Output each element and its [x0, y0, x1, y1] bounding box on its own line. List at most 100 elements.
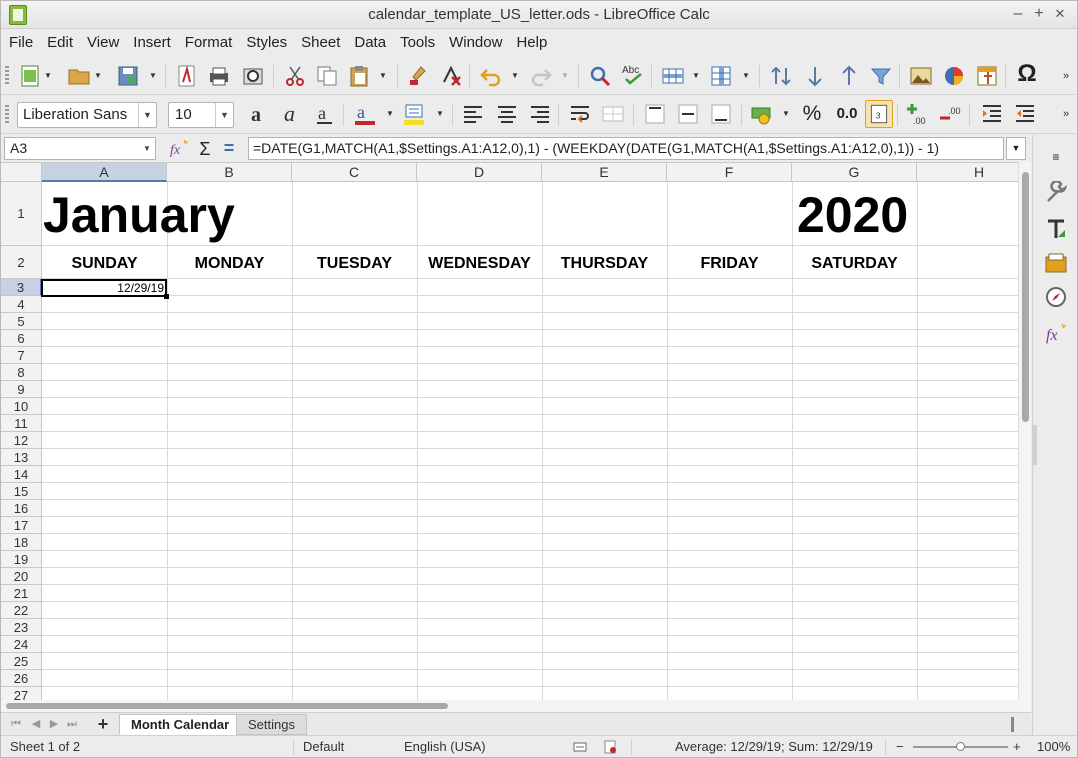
increase-indent-icon[interactable] [980, 102, 1004, 126]
clear-formatting-icon[interactable] [439, 64, 463, 88]
add-decimal-icon[interactable]: .00 [905, 102, 929, 126]
name-box[interactable]: A3 ▼ [4, 137, 156, 160]
close-button[interactable]: ✕ [1050, 4, 1070, 24]
row-header-11[interactable]: 11 [1, 415, 42, 432]
row-header-6[interactable]: 6 [1, 330, 42, 347]
print-icon[interactable] [207, 64, 231, 88]
zoom-out-button[interactable]: − [896, 736, 904, 757]
cell-g2-day[interactable]: SATURDAY [792, 247, 917, 280]
column-icon[interactable] [709, 64, 733, 88]
zoom-slider-knob[interactable] [955, 742, 965, 751]
menu-sheet[interactable]: Sheet [294, 30, 347, 56]
align-left-icon[interactable] [461, 102, 485, 126]
undo-dropdown-icon[interactable]: ▼ [510, 64, 520, 88]
new-spreadsheet-icon[interactable] [19, 64, 43, 88]
background-color-dropdown-icon[interactable]: ▼ [435, 102, 445, 126]
row-header-23[interactable]: 23 [1, 619, 42, 636]
row-header-9[interactable]: 9 [1, 381, 42, 398]
maximize-button[interactable]: + [1029, 4, 1049, 24]
menu-file[interactable]: File [1, 30, 40, 56]
styles-icon[interactable] [1044, 217, 1068, 241]
cell-d2-day[interactable]: WEDNESDAY [417, 247, 542, 280]
cell-c2-day[interactable]: TUESDAY [292, 247, 417, 280]
autofilter-icon[interactable] [869, 64, 893, 88]
select-all-corner[interactable] [1, 163, 42, 182]
sort-ascending-icon[interactable] [803, 64, 827, 88]
underline-icon[interactable]: a [313, 102, 337, 126]
navigator-compass-icon[interactable] [1044, 285, 1068, 309]
bold-icon[interactable]: a [247, 102, 271, 126]
menu-styles[interactable]: Styles [239, 30, 294, 56]
column-header-g[interactable]: G [792, 163, 917, 182]
column-header-a[interactable]: A [42, 163, 167, 182]
row-header-14[interactable]: 14 [1, 466, 42, 483]
redo-icon[interactable] [529, 64, 553, 88]
row-header-20[interactable]: 20 [1, 568, 42, 585]
previous-sheet-icon[interactable]: ◀ [29, 716, 43, 732]
vertical-scrollbar[interactable] [1018, 162, 1031, 700]
cell-b2-day[interactable]: MONDAY [167, 247, 292, 280]
properties-wrench-icon[interactable] [1044, 181, 1068, 205]
column-header-d[interactable]: D [417, 163, 542, 182]
row-header-4[interactable]: 4 [1, 296, 42, 313]
row-header-17[interactable]: 17 [1, 517, 42, 534]
menu-data[interactable]: Data [347, 30, 393, 56]
redo-dropdown-icon[interactable]: ▼ [560, 64, 570, 88]
zoom-in-button[interactable]: + [1013, 736, 1021, 757]
zoom-level[interactable]: 100% [1037, 736, 1070, 757]
currency-dropdown-icon[interactable]: ▼ [781, 102, 791, 126]
save-icon[interactable] [116, 64, 140, 88]
delete-decimal-icon[interactable]: .00 [938, 102, 962, 126]
menu-insert[interactable]: Insert [126, 30, 178, 56]
cell-a1-month[interactable]: January [43, 183, 235, 247]
formula-input[interactable]: =DATE(G1,MATCH(A1,$Settings.A1:A12,0),1)… [248, 137, 1004, 160]
function-equals-icon[interactable]: = [217, 137, 241, 161]
center-vertically-icon[interactable] [676, 102, 700, 126]
row-icon[interactable] [661, 64, 685, 88]
chevron-down-icon[interactable]: ▼ [138, 103, 156, 127]
row-header-18[interactable]: 18 [1, 534, 42, 551]
gallery-icon[interactable] [1044, 251, 1068, 275]
new-dropdown-icon[interactable]: ▼ [43, 64, 53, 88]
font-name-box[interactable]: Liberation Sans ▼ [17, 102, 157, 128]
row-header-8[interactable]: 8 [1, 364, 42, 381]
align-right-icon[interactable] [528, 102, 552, 126]
tab-month-calendar[interactable]: Month Calendar [119, 714, 242, 735]
language[interactable]: English (USA) [404, 736, 486, 757]
sort-descending-icon[interactable] [837, 64, 861, 88]
row-header-16[interactable]: 16 [1, 500, 42, 517]
row-header-13[interactable]: 13 [1, 449, 42, 466]
selection-mode-icon[interactable] [573, 741, 587, 753]
date-format-icon[interactable]: 3 [865, 100, 893, 128]
find-replace-icon[interactable] [588, 64, 612, 88]
horizontal-scrollbar[interactable] [1, 700, 1031, 712]
percent-format-button[interactable]: % [800, 102, 824, 126]
column-header-h[interactable]: H [917, 163, 1031, 182]
column-header-f[interactable]: F [667, 163, 792, 182]
functions-icon[interactable]: fx [1044, 321, 1068, 345]
row-header-22[interactable]: 22 [1, 602, 42, 619]
toolbar-overflow-icon[interactable]: » [1061, 102, 1071, 126]
row-header-7[interactable]: 7 [1, 347, 42, 364]
page-style[interactable]: Default [303, 736, 344, 757]
cell-g1-year[interactable]: 2020 [797, 183, 908, 247]
print-preview-icon[interactable] [241, 64, 265, 88]
column-header-b[interactable]: B [167, 163, 292, 182]
insert-chart-icon[interactable] [942, 64, 966, 88]
last-sheet-icon[interactable]: ⏭ [65, 716, 79, 732]
special-character-icon[interactable]: Ω [1015, 62, 1039, 86]
row-header-26[interactable]: 26 [1, 670, 42, 687]
tab-splitter-handle[interactable] [1011, 717, 1014, 732]
row-header-15[interactable]: 15 [1, 483, 42, 500]
paste-icon[interactable] [347, 64, 371, 88]
insert-image-icon[interactable] [909, 64, 933, 88]
chevron-down-icon[interactable]: ▼ [139, 138, 155, 159]
cut-icon[interactable] [283, 64, 307, 88]
scroll-thumb[interactable] [1022, 172, 1029, 422]
pivot-table-icon[interactable] [975, 64, 999, 88]
cell-f2-day[interactable]: FRIDAY [667, 247, 792, 280]
menu-window[interactable]: Window [442, 30, 509, 56]
undo-icon[interactable] [479, 64, 503, 88]
align-center-icon[interactable] [495, 102, 519, 126]
row-header-10[interactable]: 10 [1, 398, 42, 415]
